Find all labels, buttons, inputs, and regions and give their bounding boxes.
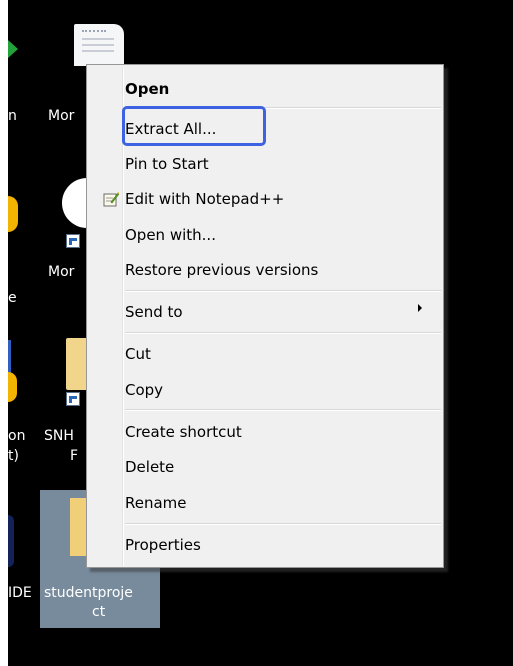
notepad-plus-plus-icon xyxy=(103,192,119,207)
menu-item-copy[interactable]: Copy xyxy=(125,374,163,406)
menu-item-cut[interactable]: Cut xyxy=(125,338,151,370)
desktop-label-ide: IDE xyxy=(8,585,32,601)
menu-item-send-to[interactable]: Send to xyxy=(125,296,183,328)
menu-item-edit-with-notepad[interactable]: Edit with Notepad++ xyxy=(125,183,284,215)
desktop-label-fragment-on: on xyxy=(8,428,26,444)
desktop-label-fragment-e: e xyxy=(8,290,17,306)
yellow-app-icon[interactable] xyxy=(8,196,18,232)
menu-item-restore-previous-versions[interactable]: Restore previous versions xyxy=(125,254,318,286)
desktop-label-mor-2: Mor xyxy=(48,264,75,280)
menu-item-open[interactable]: Open xyxy=(125,73,169,105)
folder-label-line1: studentproje xyxy=(44,585,133,601)
yellow-app-icon-2[interactable] xyxy=(8,372,17,402)
menu-item-delete[interactable]: Delete xyxy=(125,451,174,483)
document-icon[interactable] xyxy=(74,24,124,66)
menu-item-rename[interactable]: Rename xyxy=(125,487,187,519)
navy-app-icon[interactable] xyxy=(8,515,14,567)
menu-separator xyxy=(125,409,441,411)
desktop-label-fragment-f: F xyxy=(70,448,79,464)
menu-item-open-with[interactable]: Open with... xyxy=(125,219,216,251)
folder-icon[interactable] xyxy=(66,338,88,390)
desktop-label-snh: SNH xyxy=(44,428,74,444)
menu-separator xyxy=(125,290,441,292)
menu-separator xyxy=(125,332,441,334)
submenu-arrow-icon xyxy=(418,304,422,312)
folder-icon-selected xyxy=(70,498,86,556)
desktop-label-fragment: n xyxy=(8,108,17,124)
shortcut-arrow-icon xyxy=(66,234,80,248)
menu-item-properties[interactable]: Properties xyxy=(125,529,201,561)
shortcut-arrow-icon-2 xyxy=(66,392,80,406)
menu-separator xyxy=(125,523,441,525)
menu-item-create-shortcut[interactable]: Create shortcut xyxy=(125,416,242,448)
window-edge xyxy=(0,0,8,666)
green-app-icon[interactable] xyxy=(8,40,18,58)
desktop-label-fragment-t: t) xyxy=(8,448,19,464)
menu-item-pin-to-start[interactable]: Pin to Start xyxy=(125,148,209,180)
folder-label-line2: ct xyxy=(92,604,106,620)
extract-all-highlight-box xyxy=(122,106,266,146)
desktop-label-mor: Mor xyxy=(48,108,75,124)
